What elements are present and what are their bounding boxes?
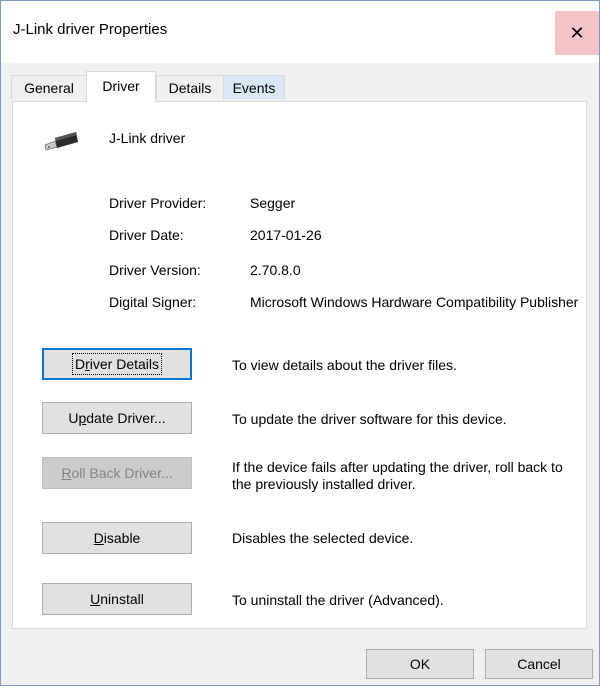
cancel-button[interactable]: Cancel bbox=[485, 649, 593, 679]
tab-details[interactable]: Details bbox=[156, 75, 224, 99]
usb-connector-icon bbox=[43, 130, 79, 155]
close-button[interactable]: ✕ bbox=[555, 11, 599, 55]
uninstall-button-label: Uninstall bbox=[90, 591, 144, 607]
driver-details-description: To view details about the driver files. bbox=[232, 357, 457, 373]
disable-button[interactable]: Disable bbox=[42, 522, 192, 554]
driver-date-label: Driver Date: bbox=[109, 227, 184, 243]
tab-general[interactable]: General bbox=[11, 75, 87, 99]
digital-signer-value: Microsoft Windows Hardware Compatibility… bbox=[250, 294, 579, 310]
ok-button[interactable]: OK bbox=[366, 649, 474, 679]
roll-back-driver-button[interactable]: Roll Back Driver... bbox=[42, 457, 192, 489]
disable-button-label: Disable bbox=[93, 530, 141, 546]
tab-events[interactable]: Events bbox=[223, 75, 285, 99]
disable-description: Disables the selected device. bbox=[232, 530, 414, 546]
update-driver-description: To update the driver software for this d… bbox=[232, 411, 507, 427]
driver-version-value: 2.70.8.0 bbox=[250, 262, 301, 278]
properties-dialog: J-Link driver Properties ✕ General Drive… bbox=[0, 0, 600, 686]
window-title: J-Link driver Properties bbox=[13, 21, 168, 38]
uninstall-button[interactable]: Uninstall bbox=[42, 583, 192, 615]
device-name: J-Link driver bbox=[109, 130, 186, 146]
driver-provider-value: Segger bbox=[250, 195, 296, 211]
close-icon: ✕ bbox=[569, 22, 585, 43]
update-driver-button[interactable]: Update Driver... bbox=[42, 402, 192, 434]
driver-version-label: Driver Version: bbox=[109, 262, 201, 278]
roll-back-driver-button-label: Roll Back Driver... bbox=[61, 465, 173, 481]
driver-details-button-label: Driver Details bbox=[71, 353, 163, 375]
title-bar[interactable]: J-Link driver Properties ✕ bbox=[1, 1, 599, 63]
tab-driver[interactable]: Driver bbox=[86, 71, 156, 102]
driver-date-value: 2017-01-26 bbox=[250, 227, 322, 243]
uninstall-description: To uninstall the driver (Advanced). bbox=[232, 592, 444, 608]
driver-tab-panel: J-Link driver Driver Provider: Segger Dr… bbox=[12, 101, 587, 629]
digital-signer-label: Digital Signer: bbox=[109, 294, 197, 310]
update-driver-button-label: Update Driver... bbox=[68, 410, 166, 426]
driver-details-button[interactable]: Driver Details bbox=[42, 348, 192, 380]
driver-provider-label: Driver Provider: bbox=[109, 195, 207, 211]
roll-back-driver-description: If the device fails after updating the d… bbox=[232, 459, 563, 492]
